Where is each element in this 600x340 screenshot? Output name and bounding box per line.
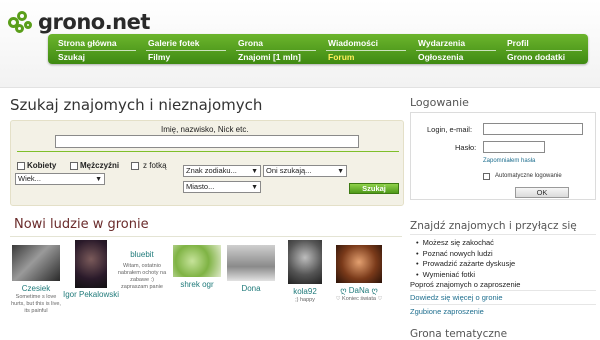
- person-photo[interactable]: [12, 245, 60, 281]
- age-select-value: Wiek...: [18, 174, 41, 183]
- chevron-down-icon: ▼: [251, 184, 258, 191]
- nav-divider: [146, 50, 226, 51]
- logo-text: grono.net: [38, 10, 150, 34]
- person-photo[interactable]: [75, 240, 107, 288]
- email-label: Login, e-mail:: [427, 125, 473, 134]
- city-select[interactable]: Miasto... ▼: [183, 181, 261, 193]
- nav-divider: [506, 50, 582, 51]
- login-email-input[interactable]: [483, 123, 583, 135]
- person-description: Witam, ostatnio nabrałem ochoty na zabaw…: [117, 263, 167, 290]
- person-card[interactable]: ღ DaNa ღ ♡ Koniec świata ♡: [333, 245, 385, 303]
- person-photo[interactable]: [227, 245, 275, 281]
- looking-for-select[interactable]: Oni szukają... ▼: [263, 165, 347, 177]
- sidebar: Logowanie Login, e-mail: Hasło: Zapomnia…: [410, 96, 596, 340]
- nav-item-profil[interactable]: Profil: [507, 38, 529, 48]
- person-card[interactable]: Dona: [226, 245, 276, 293]
- search-button[interactable]: Szukaj: [349, 183, 399, 194]
- photo-checkbox[interactable]: [131, 162, 139, 170]
- nav-divider: [236, 50, 316, 51]
- list-item: Wymieniać fotki: [416, 270, 515, 281]
- login-password-input[interactable]: [483, 141, 545, 153]
- person-card[interactable]: kola92 ;) happy: [283, 240, 327, 304]
- zodiac-select[interactable]: Znak zodiaku... ▼: [183, 165, 261, 177]
- looking-select-value: Oni szukają...: [266, 166, 312, 175]
- lost-invitation-link[interactable]: Zgubione zaproszenie: [410, 307, 484, 316]
- person-name[interactable]: shrek ogr: [172, 280, 222, 289]
- nav-item-strona-glowna[interactable]: Strona główna: [58, 38, 117, 48]
- person-photo[interactable]: [173, 245, 221, 277]
- person-name[interactable]: ღ DaNa ღ: [333, 286, 385, 295]
- login-title: Logowanie: [410, 96, 469, 109]
- person-description: ♡ Koniec świata ♡: [335, 296, 383, 302]
- person-description: Sometime s love hurts, but this is live,…: [11, 294, 61, 314]
- nav-item-filmy[interactable]: Filmy: [148, 52, 170, 62]
- login-ok-button[interactable]: OK: [515, 187, 569, 198]
- list-item: Poznać nowych ludzi: [416, 249, 515, 260]
- person-name[interactable]: Dona: [226, 284, 276, 293]
- form-divider: [17, 151, 399, 152]
- nav-divider: [416, 50, 496, 51]
- person-photo[interactable]: [336, 245, 382, 283]
- person-description: ;) happy: [295, 297, 315, 303]
- chevron-down-icon: ▼: [95, 176, 102, 183]
- forgot-password-link[interactable]: Zapomniałem hasła: [483, 158, 535, 164]
- person-card[interactable]: bluebit Witam, ostatnio nabrałem ochoty …: [116, 250, 168, 291]
- search-section: Szukaj znajomych i nieznajomych Imię, na…: [10, 96, 404, 206]
- chevron-down-icon: ▼: [337, 168, 344, 175]
- person-card[interactable]: Czesiek Sometime s love hurts, but this …: [10, 245, 62, 315]
- person-name[interactable]: Czesiek: [10, 284, 62, 293]
- person-name[interactable]: bluebit: [116, 250, 168, 259]
- person-name[interactable]: Igor Pekalowski: [62, 291, 120, 299]
- women-checkbox[interactable]: [17, 162, 25, 170]
- person-name[interactable]: kola92: [283, 287, 327, 296]
- new-people-title: Nowi ludzie w gronie: [14, 217, 149, 232]
- learn-more-link[interactable]: Dowiedz się więcej o gronie: [410, 293, 503, 302]
- join-title: Znajdź znajomych i przyłącz się: [410, 220, 577, 232]
- section-divider: [10, 236, 402, 237]
- nav-item-galerie[interactable]: Galerie fotek: [148, 38, 200, 48]
- invite-text: Poproś znajomych o zaproszenie: [410, 280, 521, 289]
- nav-item-znajomi[interactable]: Znajomi [1 mln]: [238, 52, 301, 62]
- section-divider: [410, 234, 596, 235]
- search-title: Szukaj znajomych i nieznajomych: [10, 96, 263, 114]
- main-nav: Strona główna Galerie fotek Grona Wiadom…: [48, 34, 588, 64]
- age-select[interactable]: Wiek... ▼: [15, 173, 105, 185]
- nav-item-wiadomosci[interactable]: Wiadomości: [328, 38, 378, 48]
- person-photo[interactable]: [288, 240, 322, 284]
- login-form: Login, e-mail: Hasło: Zapomniałem hasła …: [410, 112, 596, 200]
- men-label: Mężczyźni: [80, 161, 120, 170]
- women-label: Kobiety: [27, 161, 57, 170]
- zodiac-select-value: Znak zodiaku...: [186, 166, 237, 175]
- divider: [410, 290, 596, 291]
- person-card[interactable]: shrek ogr: [172, 245, 222, 289]
- photo-label: z fotką: [143, 161, 167, 170]
- nav-divider: [326, 50, 406, 51]
- features-list: Możesz się zakochać Poznać nowych ludzi …: [416, 238, 516, 281]
- divider: [410, 304, 596, 305]
- men-checkbox[interactable]: [70, 162, 78, 170]
- auto-login-checkbox[interactable]: [483, 173, 490, 180]
- name-search-input[interactable]: [55, 135, 359, 148]
- nav-item-szukaj[interactable]: Szukaj: [58, 52, 85, 62]
- nav-item-forum[interactable]: Forum: [328, 52, 354, 62]
- nav-item-wydarzenia[interactable]: Wydarzenia: [418, 38, 465, 48]
- city-select-value: Miasto...: [186, 182, 215, 191]
- grono-logo-icon: [6, 7, 36, 37]
- person-card[interactable]: Igor Pekalowski: [62, 240, 120, 299]
- nav-item-ogloszenia[interactable]: Ogłoszenia: [418, 52, 463, 62]
- search-form: Imię, nazwisko, Nick etc. Kobiety Mężczy…: [10, 120, 404, 206]
- chevron-down-icon: ▼: [251, 168, 258, 175]
- groups-title: Grona tematyczne: [410, 328, 508, 340]
- password-label: Hasło:: [455, 143, 477, 152]
- auto-login-label: Automatyczne logowanie: [495, 173, 562, 179]
- list-item: Możesz się zakochać: [416, 238, 515, 249]
- list-item: Prowadzić zażarte dyskusje: [416, 259, 516, 270]
- nav-item-grona[interactable]: Grona: [238, 38, 263, 48]
- nav-divider: [56, 50, 136, 51]
- name-label: Imię, nazwisko, Nick etc.: [161, 125, 249, 134]
- nav-item-grono-dodatki[interactable]: Grono dodatki: [507, 52, 565, 62]
